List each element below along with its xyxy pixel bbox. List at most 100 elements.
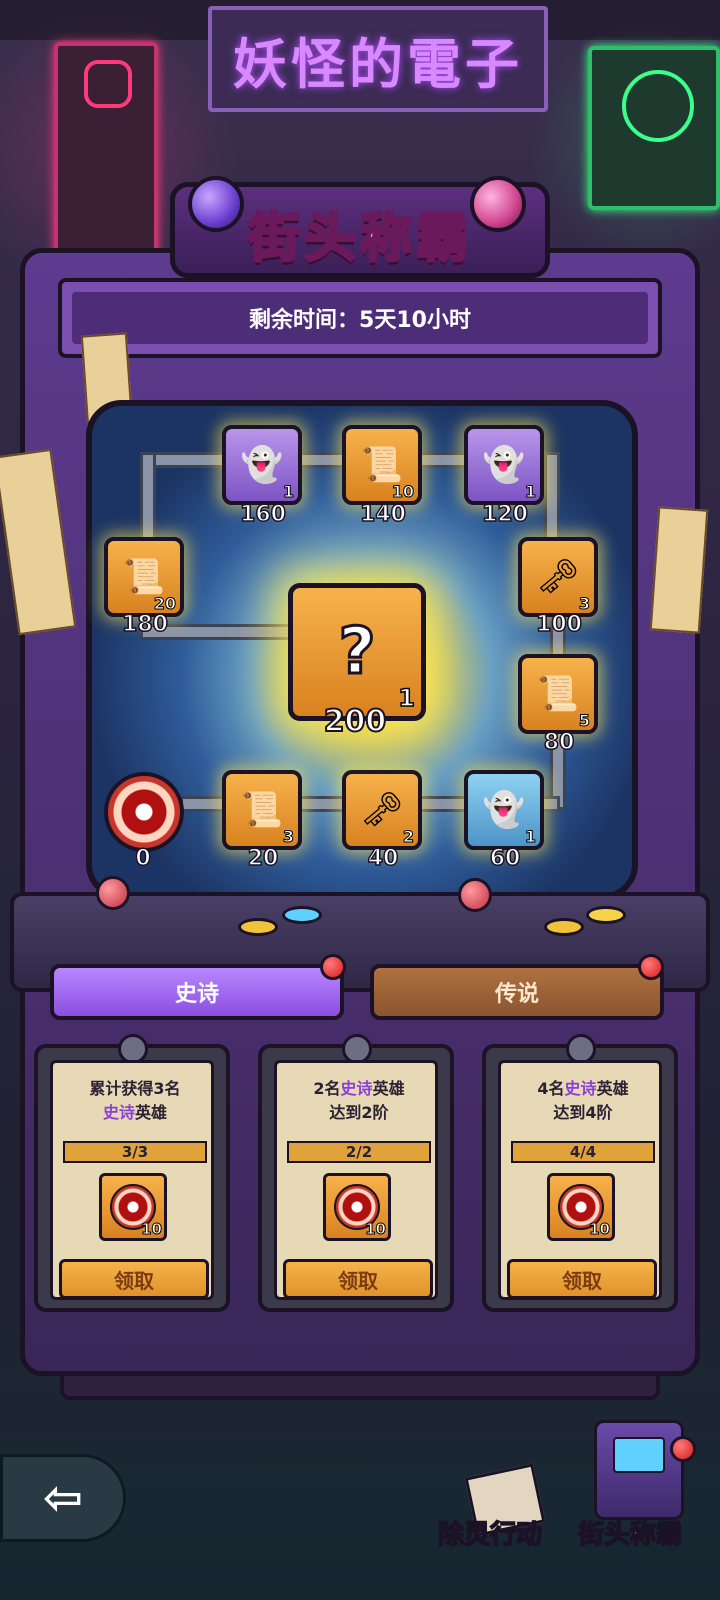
slot-quantity: 20 xyxy=(153,594,176,614)
start-score: 0 xyxy=(135,845,152,872)
reward-item[interactable]: 10 xyxy=(547,1173,615,1241)
rarity-highlight: 史诗 xyxy=(102,1103,135,1122)
arcade-button-icon xyxy=(544,918,584,936)
slot-score: 60 xyxy=(489,845,521,872)
mission-description: 4名史诗英雄 达到4阶 xyxy=(501,1077,665,1125)
board-slot-20[interactable]: 📜 3 xyxy=(222,770,302,850)
talisman-paper-icon xyxy=(649,506,709,634)
mission-line: 达到2阶 xyxy=(329,1103,389,1122)
neon-sign-right xyxy=(588,46,720,210)
board-slot-100[interactable]: 🗝 3 xyxy=(518,537,598,617)
mission-progress: 4/4 xyxy=(511,1141,655,1163)
claim-button[interactable]: 领取 xyxy=(59,1259,209,1299)
mission-line: 4名史诗英雄 xyxy=(501,1077,665,1101)
mission-line: 史诗英雄 xyxy=(53,1101,217,1125)
nav-street-dominance[interactable]: 街头称霸 xyxy=(577,1514,683,1551)
mission-line-pre: 2名 xyxy=(313,1079,341,1098)
neon-sign-left xyxy=(54,42,158,262)
slot-quantity: 3 xyxy=(578,594,590,614)
reward-item[interactable]: 10 xyxy=(323,1173,391,1241)
event-title: 街头称霸 xyxy=(246,208,472,271)
slot-score: 100 xyxy=(535,611,582,638)
mission-card: 2名史诗英雄 达到2阶 2/2 10 领取 xyxy=(258,1034,454,1312)
slot-score: 120 xyxy=(481,501,528,528)
arcade-icon[interactable] xyxy=(594,1420,684,1520)
rarity-highlight: 史诗 xyxy=(340,1079,373,1098)
mission-progress: 2/2 xyxy=(287,1141,431,1163)
board-slot-160[interactable]: 👻 1 xyxy=(222,425,302,505)
mission-card-inner: 累计获得3名 史诗英雄 3/3 10 领取 xyxy=(50,1060,214,1300)
scroll-icon: 📜 xyxy=(240,790,284,830)
mission-line-post: 英雄 xyxy=(372,1079,405,1098)
joystick-icon xyxy=(458,878,492,912)
joystick-icon xyxy=(96,876,130,910)
board-slot-40[interactable]: 🗝 2 xyxy=(342,770,422,850)
claim-button[interactable]: 领取 xyxy=(283,1259,433,1299)
board-track xyxy=(140,452,156,542)
mission-card-inner: 4名史诗英雄 达到4阶 4/4 10 领取 xyxy=(498,1060,662,1300)
mission-card: 4名史诗英雄 达到4阶 4/4 10 领取 xyxy=(482,1034,678,1312)
scroll-icon: 📜 xyxy=(536,674,580,714)
arcade-screen-icon xyxy=(613,1437,665,1473)
mission-line: 达到4阶 xyxy=(553,1103,613,1122)
scroll-icon: 📜 xyxy=(360,445,404,485)
reward-item[interactable]: 10 xyxy=(99,1173,167,1241)
neon-sign-top: 妖怪的電子 xyxy=(208,6,548,112)
grand-prize-chest[interactable]: ? 1 xyxy=(288,583,426,721)
mission-line: 2名史诗英雄 xyxy=(277,1077,441,1101)
notification-dot-icon xyxy=(638,954,664,980)
slot-score: 160 xyxy=(239,501,286,528)
board-slot-60[interactable]: 👻 1 xyxy=(464,770,544,850)
mission-description: 累计获得3名 史诗英雄 xyxy=(53,1077,217,1125)
slot-score: 20 xyxy=(247,845,279,872)
board-track xyxy=(544,452,560,542)
board-slot-140[interactable]: 📜 10 xyxy=(342,425,422,505)
notification-dot-icon xyxy=(320,954,346,980)
nav-exorcism[interactable]: 除灵行动 xyxy=(437,1514,543,1551)
slot-quantity: 1 xyxy=(282,482,294,502)
reward-quantity: 10 xyxy=(141,1220,163,1239)
slot-quantity: 5 xyxy=(578,711,590,731)
slot-score: 180 xyxy=(121,611,168,638)
tab-legendary[interactable]: 传说 xyxy=(370,964,664,1020)
notification-dot-icon xyxy=(670,1436,696,1462)
board-slot-180[interactable]: 📜 20 xyxy=(104,537,184,617)
monster-icon xyxy=(622,70,694,142)
spirit-bag-icon: 👻 xyxy=(482,445,526,485)
mission-line-pre: 4名 xyxy=(537,1079,565,1098)
slot-score: 140 xyxy=(359,501,406,528)
mission-card: 累计获得3名 史诗英雄 3/3 10 领取 xyxy=(34,1034,230,1312)
back-arrow-icon: ⇦ xyxy=(42,1470,84,1526)
slot-quantity: 1 xyxy=(524,827,536,847)
slot-quantity: 2 xyxy=(402,827,414,847)
key-icon: 🗝 xyxy=(360,790,404,830)
mission-line-post: 英雄 xyxy=(596,1079,629,1098)
reward-quantity: 10 xyxy=(589,1220,611,1239)
spirit-bag-icon: 👻 xyxy=(240,445,284,485)
board-slot-80[interactable]: 📜 5 xyxy=(518,654,598,734)
timer-bar: 剩余时间：5天10小时 xyxy=(58,278,662,358)
arcade-button-icon xyxy=(586,906,626,924)
start-eye-orb-icon xyxy=(104,772,184,852)
scroll-icon: 📜 xyxy=(122,557,166,597)
mystery-chest-icon: ? xyxy=(337,614,377,691)
board-slot-120[interactable]: 👻 1 xyxy=(464,425,544,505)
mission-line: 累计获得3名 xyxy=(89,1079,181,1098)
mission-card-inner: 2名史诗英雄 达到2阶 2/2 10 领取 xyxy=(274,1060,438,1300)
reward-quantity: 10 xyxy=(365,1220,387,1239)
slot-score: 40 xyxy=(367,845,399,872)
remaining-time: 剩余时间：5天10小时 xyxy=(72,292,648,344)
arcade-button-icon xyxy=(282,906,322,924)
tab-epic[interactable]: 史诗 xyxy=(50,964,344,1020)
mission-description: 2名史诗英雄 达到2阶 xyxy=(277,1077,441,1125)
back-button[interactable]: ⇦ xyxy=(0,1454,126,1542)
rarity-highlight: 史诗 xyxy=(564,1079,597,1098)
slot-score: 80 xyxy=(543,729,575,756)
claim-button[interactable]: 领取 xyxy=(507,1259,657,1299)
mission-line-rest: 英雄 xyxy=(135,1103,168,1122)
key-icon: 🗝 xyxy=(536,557,580,597)
slot-quantity: 1 xyxy=(524,482,536,502)
mission-progress: 3/3 xyxy=(63,1141,207,1163)
arcade-button-icon xyxy=(238,918,278,936)
slot-quantity: 3 xyxy=(282,827,294,847)
